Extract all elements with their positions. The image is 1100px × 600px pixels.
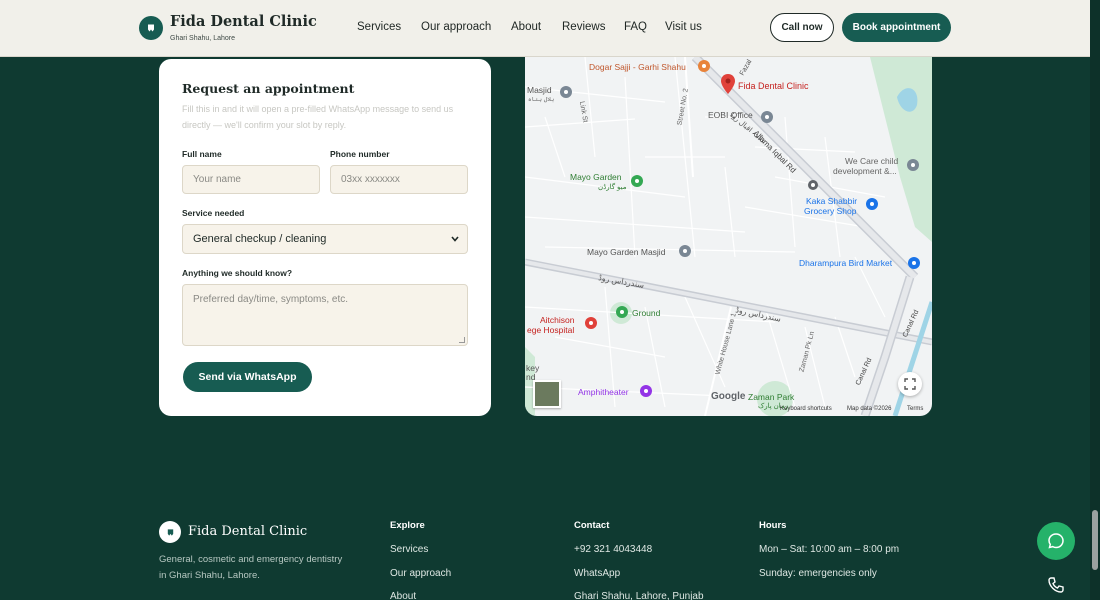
place-we-care-2[interactable]: development &... bbox=[833, 166, 897, 176]
footer-hours-heading: Hours bbox=[759, 520, 787, 531]
place-dogar-sajji[interactable]: Dogar Sajji - Garhi Shahu bbox=[589, 62, 686, 72]
shop-pin-icon[interactable] bbox=[866, 198, 878, 210]
google-logo: Google bbox=[711, 391, 746, 402]
phone-placeholder: 03xx xxxxxxx bbox=[341, 174, 400, 185]
place-kaka-shabbir[interactable]: Kaka Shabbir bbox=[806, 196, 857, 206]
scrollbar-thumb[interactable] bbox=[1092, 510, 1098, 570]
place-mayo-garden[interactable]: Mayo Garden bbox=[570, 172, 622, 182]
location-map[interactable]: Dogar Sajji - Garhi Shahu Fazal Fida Den… bbox=[525, 57, 932, 416]
theater-pin-icon[interactable] bbox=[640, 385, 652, 397]
footer-tooth-logo-icon bbox=[159, 521, 181, 543]
place-mayo-garden-masjid[interactable]: Mayo Garden Masjid bbox=[587, 247, 665, 257]
service-selected-value: General checkup / cleaning bbox=[193, 233, 327, 245]
service-label: Service needed bbox=[182, 208, 245, 218]
footer-address: Ghari Shahu, Lahore, Punjab bbox=[574, 591, 704, 600]
form-intro: Fill this in and it will open a pre-fill… bbox=[182, 104, 454, 130]
footer-brand: Fida Dental Clinic bbox=[188, 524, 308, 539]
footer-link-services[interactable]: Services bbox=[390, 544, 428, 555]
whatsapp-chat-icon[interactable] bbox=[1037, 522, 1075, 560]
nav-services[interactable]: Services bbox=[357, 21, 401, 33]
transit-icon[interactable] bbox=[808, 180, 818, 190]
place-we-care[interactable]: We Care child bbox=[845, 156, 898, 166]
place-fida-dental-clinic[interactable]: Fida Dental Clinic bbox=[738, 81, 809, 91]
appointment-form-card: Request an appointment Fill this in and … bbox=[159, 59, 491, 416]
nav-our-approach[interactable]: Our approach bbox=[421, 21, 491, 33]
footer-contact-heading: Contact bbox=[574, 520, 610, 531]
chevron-down-icon bbox=[451, 236, 459, 242]
footer-hours-sunday: Sunday: emergencies only bbox=[759, 568, 877, 579]
site-header: Fida Dental Clinic Ghari Shahu, Lahore S… bbox=[0, 0, 1100, 57]
map-data-attribution: Map data ©2026 bbox=[847, 406, 892, 412]
terms-link[interactable]: Terms bbox=[907, 406, 923, 412]
full-name-label: Full name bbox=[182, 149, 222, 159]
brand-name[interactable]: Fida Dental Clinic bbox=[170, 13, 317, 30]
place-amphitheater[interactable]: Amphitheater bbox=[578, 387, 629, 397]
footer-description: General, cosmetic and emergency dentistr… bbox=[159, 554, 343, 581]
school-pin-icon[interactable] bbox=[907, 159, 919, 171]
call-now-button[interactable]: Call now bbox=[770, 13, 834, 42]
send-via-whatsapp-button[interactable]: Send via WhatsApp bbox=[183, 362, 312, 392]
service-select[interactable]: General checkup / cleaning bbox=[182, 224, 468, 254]
ground-pin-icon[interactable] bbox=[616, 306, 628, 318]
full-name-input[interactable]: Your name bbox=[182, 165, 320, 194]
place-masjid[interactable]: Masjid bbox=[527, 85, 552, 95]
keyboard-shortcuts-link[interactable]: Keyboard shortcuts bbox=[780, 406, 832, 412]
footer-explore-heading: Explore bbox=[390, 520, 425, 531]
phone-icon[interactable] bbox=[1047, 576, 1065, 594]
phone-input[interactable]: 03xx xxxxxxx bbox=[330, 165, 468, 194]
footer-hours-weekdays: Mon – Sat: 10:00 am – 8:00 pm bbox=[759, 544, 900, 555]
mosque-pin-icon-2[interactable] bbox=[679, 245, 691, 257]
footer-link-our-approach[interactable]: Our approach bbox=[390, 568, 451, 579]
resize-handle[interactable] bbox=[459, 337, 465, 343]
place-ground[interactable]: Ground bbox=[632, 308, 660, 318]
nav-faq[interactable]: FAQ bbox=[624, 21, 647, 33]
footer-link-about[interactable]: About bbox=[390, 591, 416, 600]
market-pin-icon[interactable] bbox=[908, 257, 920, 269]
park-pin-icon[interactable] bbox=[631, 175, 643, 187]
hospital-pin-icon[interactable] bbox=[585, 317, 597, 329]
place-aitchison[interactable]: Aitchison bbox=[540, 315, 575, 325]
footer-whatsapp-link[interactable]: WhatsApp bbox=[574, 568, 620, 579]
nav-visit-us[interactable]: Visit us bbox=[665, 21, 702, 33]
restaurant-pin-icon[interactable] bbox=[698, 60, 710, 72]
place-masjid-urdu: بلال ہناہ bbox=[528, 97, 555, 103]
notes-placeholder: Preferred day/time, symptoms, etc. bbox=[193, 294, 349, 305]
brand-tagline: Ghari Shahu, Lahore bbox=[170, 35, 235, 42]
place-aitchison-2[interactable]: ege Hospital bbox=[527, 325, 574, 335]
phone-label: Phone number bbox=[330, 149, 390, 159]
place-mayo-garden-urdu: میو گارڈن bbox=[598, 184, 627, 191]
place-dharampura-bird-market[interactable]: Dharampura Bird Market bbox=[799, 258, 892, 268]
office-pin-icon[interactable] bbox=[761, 111, 773, 123]
fullscreen-icon[interactable] bbox=[898, 372, 922, 396]
book-appointment-button[interactable]: Book appointment bbox=[842, 13, 951, 42]
notes-textarea[interactable]: Preferred day/time, symptoms, etc. bbox=[182, 284, 468, 346]
place-zaman-park[interactable]: Zaman Park bbox=[748, 392, 794, 402]
map-pin-icon[interactable] bbox=[721, 74, 735, 94]
tooth-logo-icon[interactable] bbox=[139, 16, 163, 40]
place-kaka-shabbir-2[interactable]: Grocery Shop bbox=[804, 206, 856, 216]
footer-phone-link[interactable]: +92 321 4043448 bbox=[574, 544, 652, 555]
notes-label: Anything we should know? bbox=[182, 268, 293, 278]
mosque-pin-icon[interactable] bbox=[560, 86, 572, 98]
nav-reviews[interactable]: Reviews bbox=[562, 21, 605, 33]
nav-about[interactable]: About bbox=[511, 21, 541, 33]
form-title: Request an appointment bbox=[182, 81, 355, 96]
full-name-placeholder: Your name bbox=[193, 174, 241, 185]
satellite-toggle[interactable] bbox=[533, 380, 561, 408]
